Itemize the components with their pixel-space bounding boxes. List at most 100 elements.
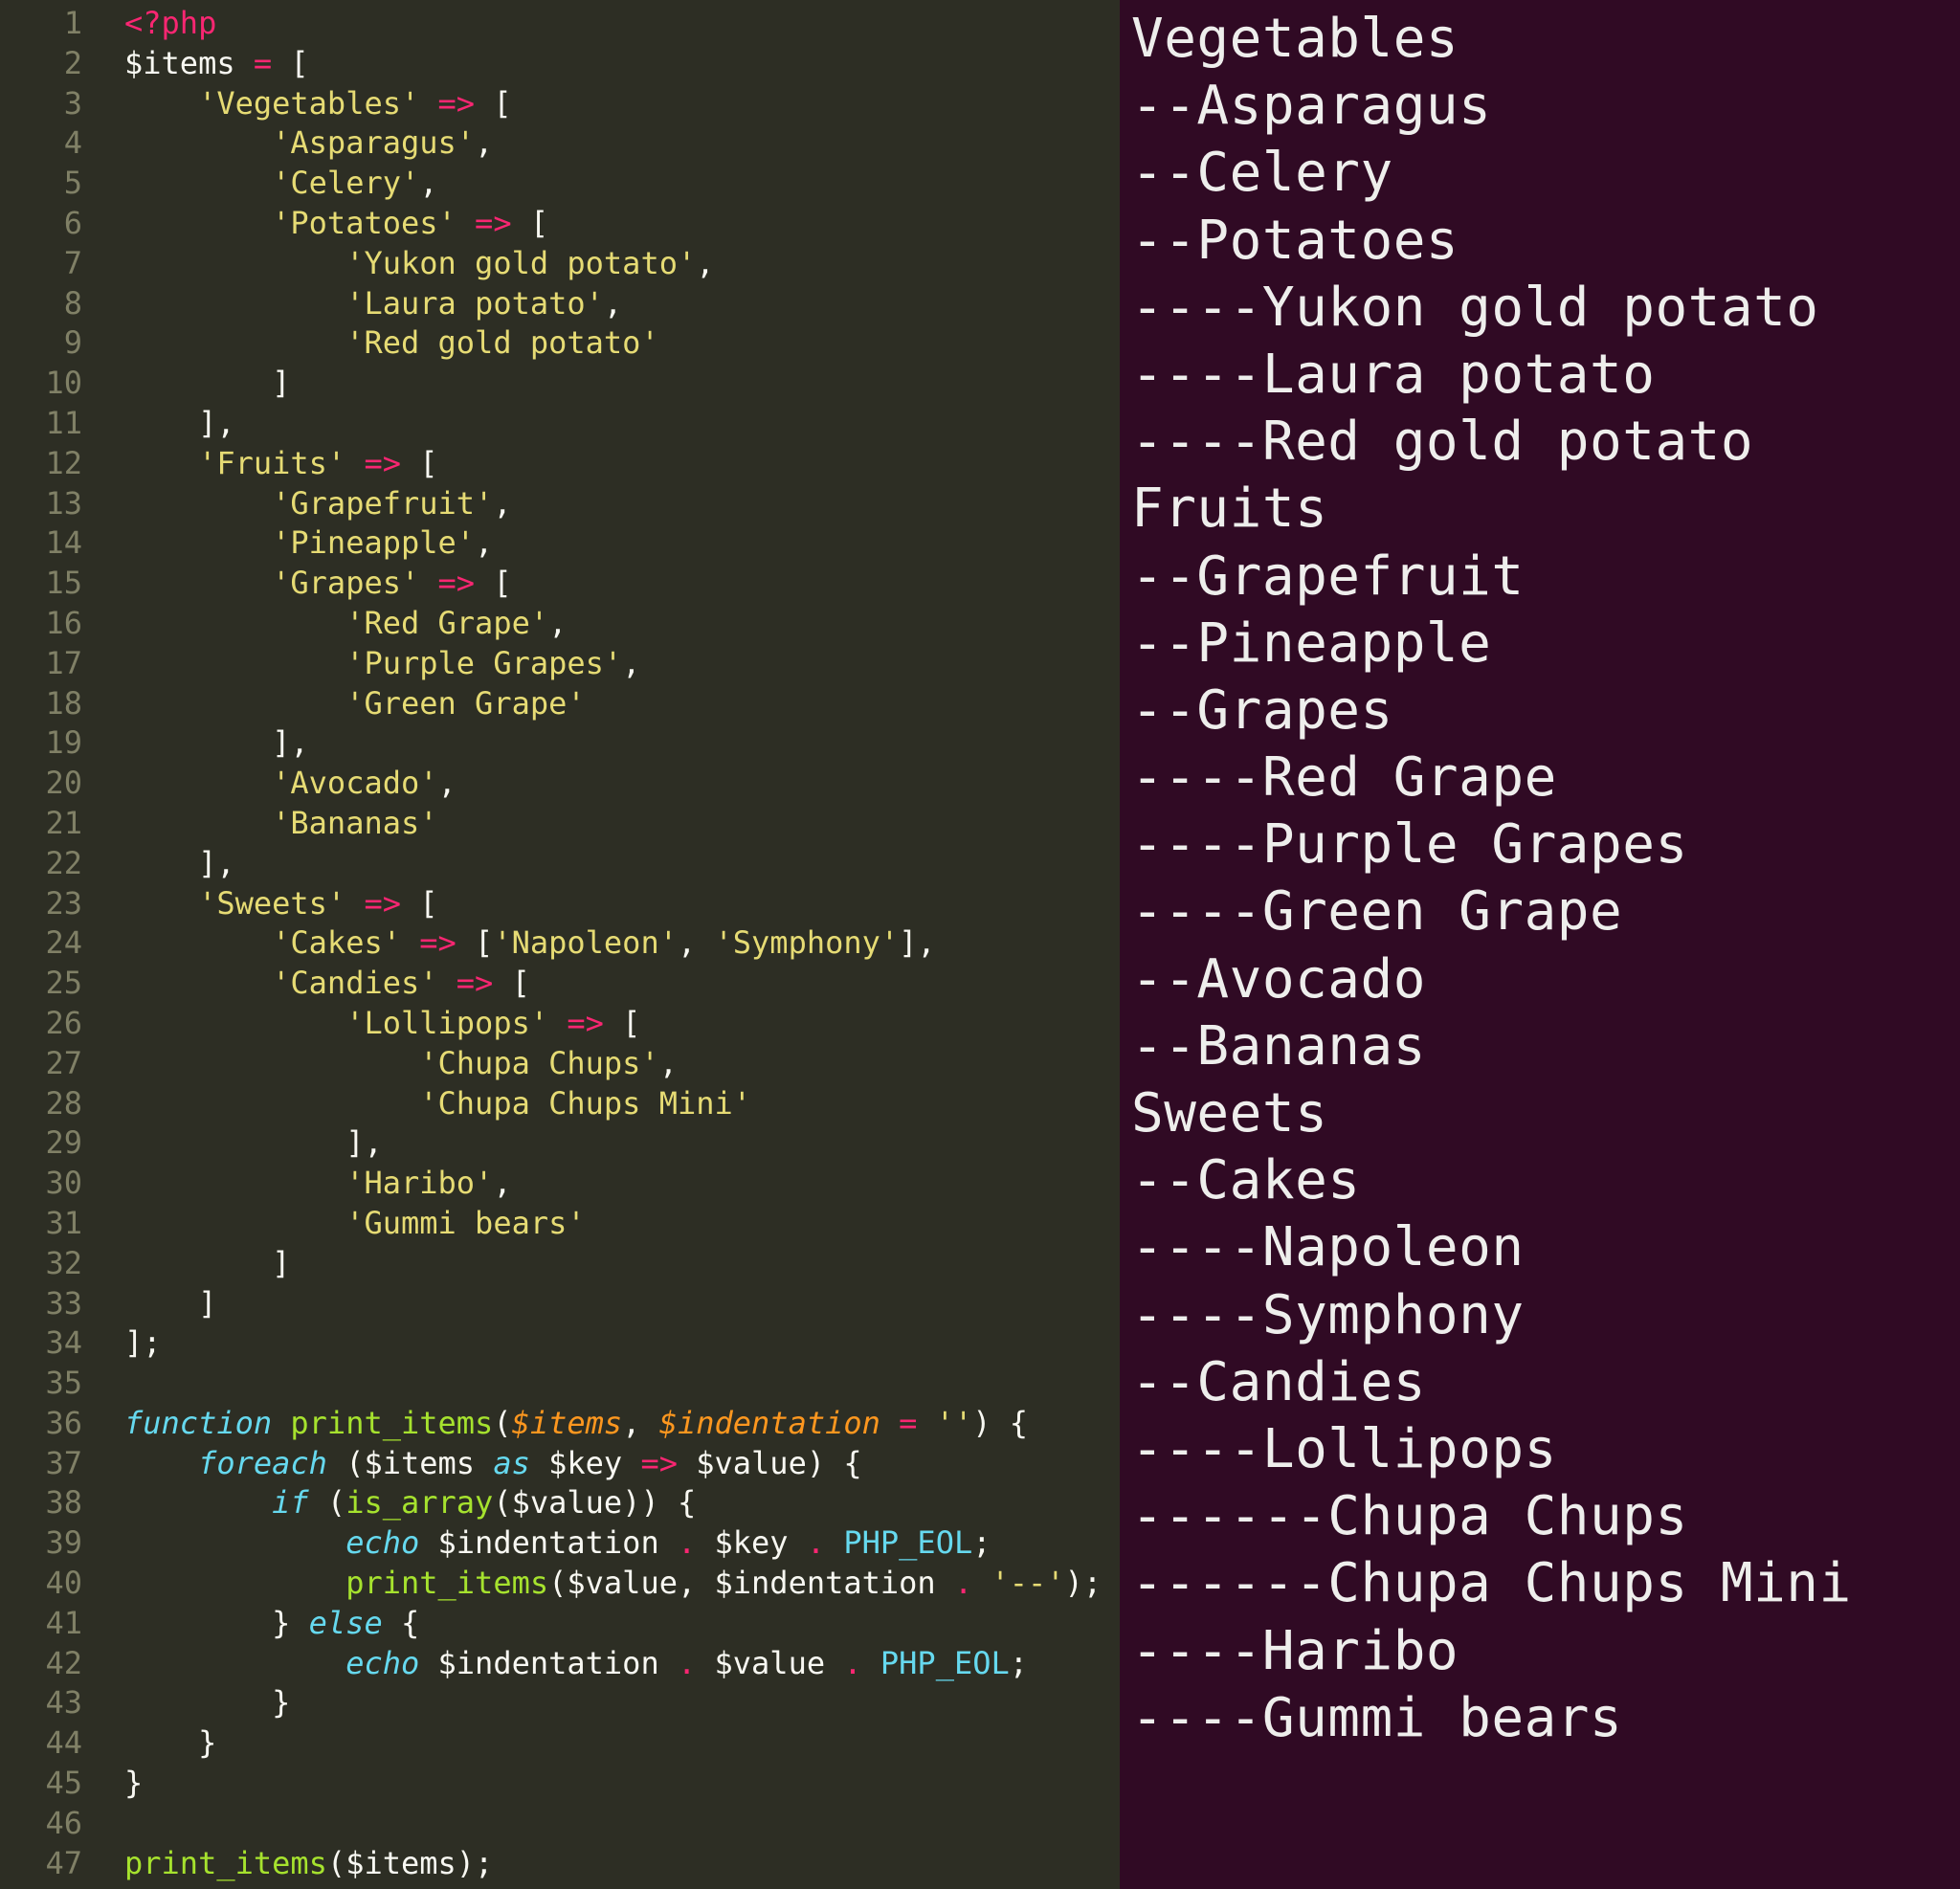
- code-line: 'Celery',: [124, 164, 1120, 204]
- code-line: ],: [124, 1123, 1120, 1164]
- line-number: 5: [0, 164, 82, 204]
- terminal-line: --Cakes: [1131, 1147, 1949, 1214]
- terminal-line: ----Haribo: [1131, 1618, 1949, 1685]
- code-line: }: [124, 1723, 1120, 1764]
- line-number: 23: [0, 884, 82, 924]
- terminal-line: Fruits: [1131, 476, 1949, 543]
- code-line: 'Cakes' => ['Napoleon', 'Symphony'],: [124, 923, 1120, 964]
- terminal-line: --Avocado: [1131, 946, 1949, 1013]
- code-line: foreach ($items as $key => $value) {: [124, 1444, 1120, 1484]
- code-line: 'Haribo',: [124, 1164, 1120, 1204]
- code-line: }: [124, 1683, 1120, 1723]
- code-area[interactable]: <?php$items = [ 'Vegetables' => [ 'Aspar…: [105, 0, 1120, 1889]
- line-number: 40: [0, 1564, 82, 1604]
- line-number: 32: [0, 1244, 82, 1284]
- line-number: 31: [0, 1204, 82, 1244]
- line-number: 46: [0, 1804, 82, 1844]
- code-line: print_items($value, $indentation . '--')…: [124, 1564, 1120, 1604]
- code-line: ],: [124, 723, 1120, 764]
- line-number: 35: [0, 1364, 82, 1404]
- terminal-line: --Grapefruit: [1131, 544, 1949, 611]
- line-number: 18: [0, 684, 82, 724]
- code-line: 'Red Grape',: [124, 604, 1120, 644]
- line-number: 37: [0, 1444, 82, 1484]
- line-number: 20: [0, 764, 82, 804]
- code-line: 'Vegetables' => [: [124, 84, 1120, 124]
- code-line: 'Lollipops' => [: [124, 1004, 1120, 1044]
- terminal-output[interactable]: Vegetables--Asparagus--Celery--Potatoes-…: [1120, 0, 1960, 1889]
- line-number: 10: [0, 364, 82, 404]
- terminal-line: ----Napoleon: [1131, 1214, 1949, 1281]
- line-number: 26: [0, 1004, 82, 1044]
- line-number: 7: [0, 244, 82, 284]
- line-number: 41: [0, 1604, 82, 1644]
- terminal-line: ----Green Grape: [1131, 878, 1949, 945]
- code-line: 'Grapes' => [: [124, 564, 1120, 604]
- terminal-line: ----Lollipops: [1131, 1416, 1949, 1483]
- terminal-line: ----Purple Grapes: [1131, 811, 1949, 878]
- terminal-line: --Candies: [1131, 1349, 1949, 1416]
- line-number: 8: [0, 284, 82, 324]
- code-line: 'Green Grape': [124, 684, 1120, 724]
- line-number: 3: [0, 84, 82, 124]
- line-number: 9: [0, 323, 82, 364]
- code-line: 'Potatoes' => [: [124, 204, 1120, 244]
- code-line: 'Asparagus',: [124, 123, 1120, 164]
- code-line: 'Yukon gold potato',: [124, 244, 1120, 284]
- code-line: 'Purple Grapes',: [124, 644, 1120, 684]
- terminal-line: Sweets: [1131, 1080, 1949, 1147]
- line-number: 17: [0, 644, 82, 684]
- code-line: 'Red gold potato': [124, 323, 1120, 364]
- line-number: 25: [0, 964, 82, 1004]
- line-number: 45: [0, 1764, 82, 1804]
- line-number: 27: [0, 1044, 82, 1084]
- line-number-gutter: 1234567891011121314151617181920212223242…: [0, 0, 105, 1889]
- line-number: 15: [0, 564, 82, 604]
- line-number: 4: [0, 123, 82, 164]
- terminal-line: ----Yukon gold potato: [1131, 275, 1949, 342]
- terminal-line: ----Laura potato: [1131, 342, 1949, 409]
- code-line: 'Sweets' => [: [124, 884, 1120, 924]
- line-number: 34: [0, 1323, 82, 1364]
- terminal-line: ------Chupa Chups Mini: [1131, 1550, 1949, 1617]
- line-number: 38: [0, 1483, 82, 1523]
- code-line: 'Grapefruit',: [124, 484, 1120, 524]
- code-line: 'Gummi bears': [124, 1204, 1120, 1244]
- terminal-line: --Grapes: [1131, 678, 1949, 744]
- code-line: 'Chupa Chups Mini': [124, 1084, 1120, 1124]
- code-editor[interactable]: 1234567891011121314151617181920212223242…: [0, 0, 1120, 1889]
- code-line: <?php: [124, 4, 1120, 44]
- line-number: 19: [0, 723, 82, 764]
- terminal-line: ----Red gold potato: [1131, 409, 1949, 476]
- code-line: [124, 1804, 1120, 1844]
- code-line: ];: [124, 1323, 1120, 1364]
- code-line: 'Chupa Chups',: [124, 1044, 1120, 1084]
- line-number: 24: [0, 923, 82, 964]
- line-number: 44: [0, 1723, 82, 1764]
- terminal-line: Vegetables: [1131, 6, 1949, 73]
- code-line: 'Laura potato',: [124, 284, 1120, 324]
- line-number: 6: [0, 204, 82, 244]
- line-number: 28: [0, 1084, 82, 1124]
- line-number: 42: [0, 1644, 82, 1684]
- line-number: 21: [0, 804, 82, 844]
- terminal-line: --Potatoes: [1131, 208, 1949, 275]
- line-number: 39: [0, 1523, 82, 1564]
- code-line: ],: [124, 844, 1120, 884]
- code-line: $items = [: [124, 44, 1120, 84]
- code-line: ]: [124, 1244, 1120, 1284]
- code-line: ],: [124, 404, 1120, 444]
- line-number: 11: [0, 404, 82, 444]
- line-number: 36: [0, 1404, 82, 1444]
- code-line: 'Bananas': [124, 804, 1120, 844]
- line-number: 22: [0, 844, 82, 884]
- line-number: 47: [0, 1844, 82, 1884]
- code-line: 'Fruits' => [: [124, 444, 1120, 484]
- line-number: 2: [0, 44, 82, 84]
- terminal-line: ------Chupa Chups: [1131, 1483, 1949, 1550]
- code-line: }: [124, 1764, 1120, 1804]
- code-line: echo $indentation . $value . PHP_EOL;: [124, 1644, 1120, 1684]
- terminal-line: ----Red Grape: [1131, 744, 1949, 811]
- code-line: ]: [124, 1284, 1120, 1324]
- code-line: echo $indentation . $key . PHP_EOL;: [124, 1523, 1120, 1564]
